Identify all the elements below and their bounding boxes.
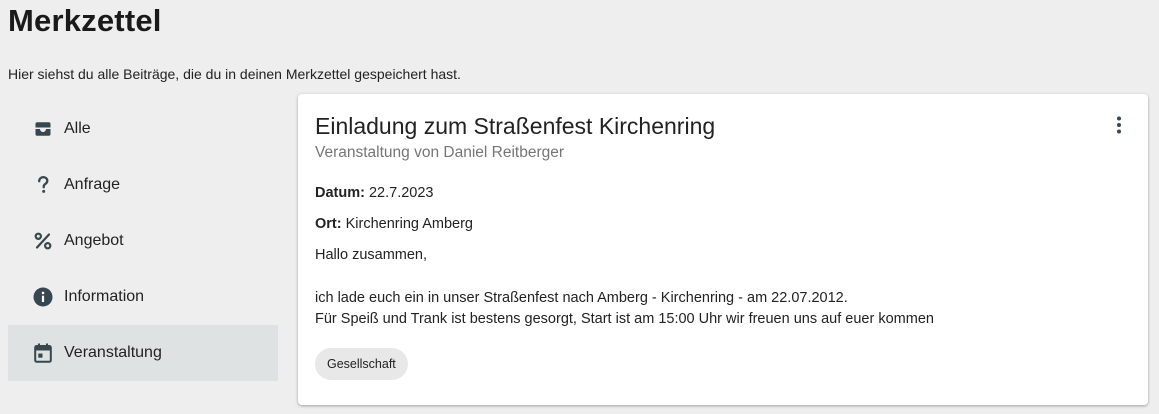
page-title: Merkzettel [8,3,162,38]
question-mark-icon [33,175,53,195]
post-title: Einladung zum Straßenfest Kirchenring [315,113,716,139]
calendar-icon [33,343,53,363]
post-date: Datum: 22.7.2023 [315,183,934,203]
sidebar-item-anfrage[interactable]: Anfrage [8,157,278,213]
post-place-label: Ort: [315,216,342,232]
post-place: Ort: Kirchenring Amberg [315,214,934,234]
post-text-line-1: ich lade euch ein in unser Straßenfest n… [315,290,848,306]
post-card: Einladung zum Straßenfest Kirchenring Ve… [298,94,1148,405]
sidebar-item-information[interactable]: Information [8,269,278,325]
post-body: Datum: 22.7.2023 Ort: Kirchenring Amberg… [315,183,934,329]
post-date-value: 22.7.2023 [368,185,434,201]
sidebar-item-veranstaltung[interactable]: Veranstaltung [8,325,278,381]
inbox-icon [33,119,53,139]
sidebar-item-alle[interactable]: Alle [8,101,278,157]
post-greeting: Hallo zusammen, [315,247,428,263]
category-sidebar: Alle Anfrage Angebot Information Veranst… [8,101,278,381]
sidebar-item-label: Alle [64,120,91,137]
more-vertical-icon [1116,116,1122,139]
sidebar-item-label: Veranstaltung [64,344,162,361]
sidebar-item-angebot[interactable]: Angebot [8,213,278,269]
post-menu-button[interactable] [1104,114,1134,140]
post-place-value: Kirchenring Amberg [345,216,473,232]
info-icon [33,287,53,307]
post-text-line-2: Für Speiß und Trank ist bestens gesorgt,… [315,311,934,327]
sidebar-item-label: Information [64,288,145,305]
tag-chip[interactable]: Gesellschaft [315,348,408,380]
post-author: Veranstaltung von Daniel Reitberger [315,144,565,161]
sidebar-item-label: Angebot [64,232,124,249]
sidebar-item-label: Anfrage [64,176,121,193]
page-subtitle: Hier siehst du alle Beiträge, die du in … [8,66,461,82]
post-date-label: Datum: [315,185,365,201]
percent-icon [33,231,53,251]
